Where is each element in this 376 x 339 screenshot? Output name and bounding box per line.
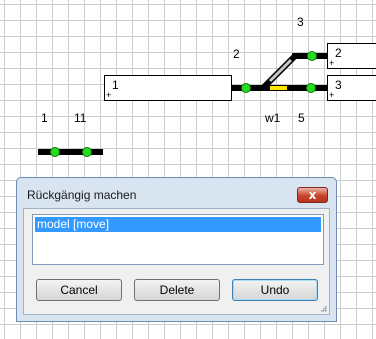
track-occupied-segment: [270, 86, 287, 90]
track-branch-inactive: [268, 58, 293, 83]
undo-dialog: Rückgängig machen x model [move] Cancel …: [16, 177, 337, 322]
block-plus-marker: +: [329, 90, 335, 100]
undo-history-list[interactable]: model [move]: [32, 214, 324, 265]
close-button[interactable]: x: [297, 187, 328, 203]
signal-label-2: 2: [233, 47, 240, 61]
list-item[interactable]: model [move]: [35, 217, 321, 232]
signal-light-icon[interactable]: [307, 51, 317, 61]
block-label: 2: [335, 46, 342, 60]
dialog-titlebar[interactable]: Rückgängig machen x: [17, 178, 336, 209]
signal-light-icon[interactable]: [241, 83, 251, 93]
resize-grip-icon[interactable]: [319, 304, 327, 312]
track-segment-lower[interactable]: [38, 149, 103, 155]
block-3[interactable]: + 3: [327, 75, 376, 101]
signal-label-5: 5: [298, 111, 305, 125]
signal-light-icon[interactable]: [50, 147, 60, 157]
block-2[interactable]: + 2: [327, 43, 376, 69]
signal-label-3: 3: [297, 15, 304, 29]
block-plus-marker: +: [106, 90, 112, 100]
block-plus-marker: +: [329, 58, 335, 68]
delete-button[interactable]: Delete: [134, 279, 220, 301]
cancel-button[interactable]: Cancel: [36, 279, 122, 301]
close-icon: x: [308, 188, 317, 202]
undo-button[interactable]: Undo: [232, 279, 318, 301]
dialog-client: model [move] Cancel Delete Undo: [23, 208, 330, 315]
block-label: 1: [112, 78, 119, 92]
block-1[interactable]: + 1: [104, 75, 232, 101]
signal-label-1: 1: [41, 111, 48, 125]
signal-light-icon[interactable]: [82, 147, 92, 157]
signal-light-icon[interactable]: [306, 83, 316, 93]
signal-label-11: 11: [74, 111, 87, 125]
block-label: 3: [335, 78, 342, 92]
switch-label-w1: w1: [265, 111, 281, 125]
dialog-title: Rückgängig machen: [27, 188, 137, 202]
